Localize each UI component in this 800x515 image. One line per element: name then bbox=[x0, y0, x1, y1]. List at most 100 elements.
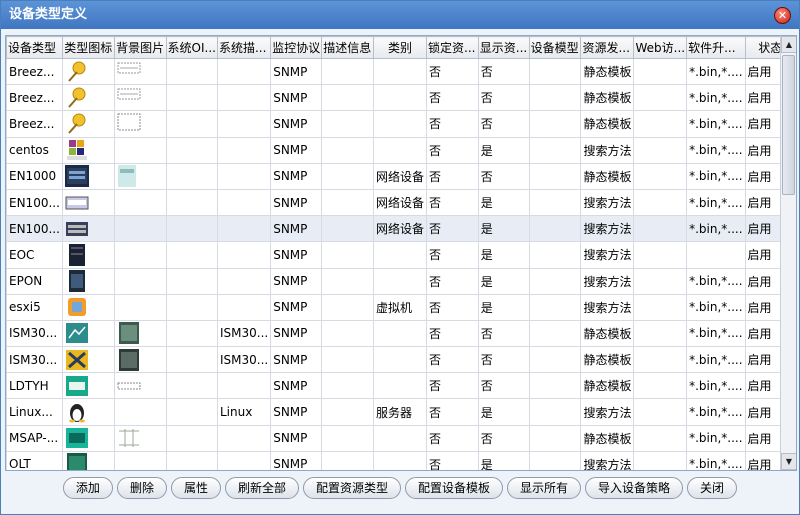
cell-show[interactable]: 否 bbox=[477, 319, 530, 348]
cell-desc[interactable] bbox=[321, 372, 375, 400]
background-image-cell[interactable] bbox=[113, 398, 167, 426]
cell-upgrade[interactable]: *.bin,*.... bbox=[686, 267, 746, 295]
cell-category[interactable] bbox=[373, 346, 428, 374]
cell-oid[interactable] bbox=[165, 188, 218, 217]
cell-model[interactable] bbox=[528, 267, 582, 295]
action-button[interactable]: 刷新全部 bbox=[224, 477, 299, 499]
cell-desc[interactable] bbox=[321, 450, 375, 470]
cell-show[interactable]: 是 bbox=[477, 267, 530, 295]
cell-category[interactable] bbox=[373, 267, 428, 295]
cell-category[interactable] bbox=[373, 84, 428, 112]
cell-show[interactable]: 否 bbox=[477, 57, 530, 86]
cell-desc[interactable] bbox=[321, 346, 375, 374]
cell-discovery[interactable]: 静态模板 bbox=[580, 372, 635, 400]
cell-show[interactable]: 是 bbox=[477, 293, 530, 321]
cell-web[interactable] bbox=[633, 162, 688, 190]
cell-desc_sys[interactable] bbox=[216, 215, 272, 243]
cell-model[interactable] bbox=[528, 424, 582, 452]
table-row[interactable]: EN100... SNMP 网络设备否是搜索方法 *.bin,*.... 启用 bbox=[6, 188, 796, 217]
cell-web[interactable] bbox=[633, 84, 688, 112]
cell-desc[interactable] bbox=[321, 293, 375, 321]
cell-desc_sys[interactable] bbox=[216, 136, 272, 164]
cell-model[interactable] bbox=[528, 346, 582, 374]
cell-show[interactable]: 否 bbox=[477, 372, 530, 400]
cell-model[interactable] bbox=[528, 84, 582, 112]
cell-model[interactable] bbox=[528, 372, 582, 400]
cell-category[interactable]: 网络设备 bbox=[373, 215, 428, 243]
cell-desc_sys[interactable] bbox=[216, 188, 272, 217]
cell-protocol[interactable]: SNMP bbox=[270, 84, 323, 112]
cell-upgrade[interactable]: *.bin,*.... bbox=[686, 319, 746, 348]
type-icon-cell[interactable] bbox=[61, 188, 115, 217]
column-header[interactable]: 系统OI... bbox=[165, 36, 218, 59]
cell-oid[interactable] bbox=[165, 136, 218, 164]
cell-protocol[interactable]: SNMP bbox=[270, 57, 323, 86]
table-row[interactable]: EN100... SNMP 网络设备否是搜索方法 *.bin,*.... 启用 bbox=[6, 215, 796, 243]
cell-desc_sys[interactable] bbox=[216, 424, 272, 452]
cell-lock[interactable]: 否 bbox=[426, 188, 479, 217]
action-button[interactable]: 删除 bbox=[116, 477, 167, 499]
cell-type[interactable]: esxi5 bbox=[6, 293, 63, 321]
cell-web[interactable] bbox=[633, 110, 688, 138]
type-icon-cell[interactable] bbox=[61, 450, 115, 470]
cell-oid[interactable] bbox=[165, 372, 218, 400]
cell-model[interactable] bbox=[528, 188, 582, 217]
cell-type[interactable]: LDTYH bbox=[6, 372, 63, 400]
cell-protocol[interactable]: SNMP bbox=[270, 215, 323, 243]
cell-protocol[interactable]: SNMP bbox=[270, 372, 323, 400]
cell-show[interactable]: 否 bbox=[477, 346, 530, 374]
cell-upgrade[interactable]: *.bin,*.... bbox=[686, 188, 746, 217]
cell-protocol[interactable]: SNMP bbox=[270, 319, 323, 348]
cell-oid[interactable] bbox=[165, 346, 218, 374]
action-button[interactable]: 关闭 bbox=[687, 477, 738, 499]
cell-desc_sys[interactable] bbox=[216, 267, 272, 295]
scroll-thumb[interactable] bbox=[782, 55, 795, 195]
cell-desc[interactable] bbox=[321, 267, 375, 295]
cell-oid[interactable] bbox=[165, 398, 218, 426]
cell-desc_sys[interactable] bbox=[216, 293, 272, 321]
cell-desc[interactable] bbox=[321, 424, 375, 452]
cell-model[interactable] bbox=[528, 162, 582, 190]
cell-protocol[interactable]: SNMP bbox=[270, 241, 323, 269]
column-header[interactable]: 系统描... bbox=[216, 36, 272, 59]
table-row[interactable]: Breez... SNMP 否否静态模板 *.bin,*.... 启用 bbox=[6, 57, 796, 86]
column-header[interactable]: 锁定资... bbox=[426, 36, 479, 59]
cell-oid[interactable] bbox=[165, 450, 218, 470]
column-header[interactable]: 类别 bbox=[373, 36, 428, 59]
cell-type[interactable]: Breez... bbox=[6, 110, 63, 138]
cell-desc_sys[interactable] bbox=[216, 450, 272, 470]
cell-upgrade[interactable]: *.bin,*.... bbox=[686, 450, 746, 470]
cell-desc[interactable] bbox=[321, 84, 375, 112]
cell-desc[interactable] bbox=[321, 162, 375, 190]
cell-upgrade[interactable]: *.bin,*.... bbox=[686, 293, 746, 321]
cell-model[interactable] bbox=[528, 241, 582, 269]
cell-oid[interactable] bbox=[165, 162, 218, 190]
cell-lock[interactable]: 否 bbox=[426, 398, 479, 426]
cell-type[interactable]: EOC bbox=[6, 241, 63, 269]
type-icon-cell[interactable] bbox=[61, 346, 115, 374]
cell-desc_sys[interactable] bbox=[216, 57, 272, 86]
cell-lock[interactable]: 否 bbox=[426, 57, 479, 86]
cell-desc_sys[interactable] bbox=[216, 372, 272, 400]
action-button[interactable]: 属性 bbox=[170, 477, 221, 499]
table-row[interactable]: ISM30... ISM30... SNMP 否否静态模板 *.bin,*.... 启用 bbox=[6, 346, 796, 374]
cell-desc_sys[interactable] bbox=[216, 84, 272, 112]
cell-type[interactable]: OLT bbox=[6, 450, 63, 470]
cell-protocol[interactable]: SNMP bbox=[270, 293, 323, 321]
cell-web[interactable] bbox=[633, 267, 688, 295]
cell-oid[interactable] bbox=[165, 319, 218, 348]
cell-model[interactable] bbox=[528, 215, 582, 243]
cell-category[interactable] bbox=[373, 319, 428, 348]
cell-model[interactable] bbox=[528, 110, 582, 138]
action-button[interactable]: 导入设备策略 bbox=[585, 477, 684, 499]
cell-show[interactable]: 否 bbox=[477, 110, 530, 138]
cell-web[interactable] bbox=[633, 136, 688, 164]
cell-upgrade[interactable]: *.bin,*.... bbox=[686, 372, 746, 400]
type-icon-cell[interactable] bbox=[61, 57, 115, 86]
cell-discovery[interactable]: 静态模板 bbox=[580, 424, 635, 452]
cell-protocol[interactable]: SNMP bbox=[270, 136, 323, 164]
cell-category[interactable] bbox=[373, 241, 428, 269]
cell-desc_sys[interactable]: Linux bbox=[216, 398, 272, 426]
cell-web[interactable] bbox=[633, 398, 688, 426]
cell-model[interactable] bbox=[528, 450, 582, 470]
